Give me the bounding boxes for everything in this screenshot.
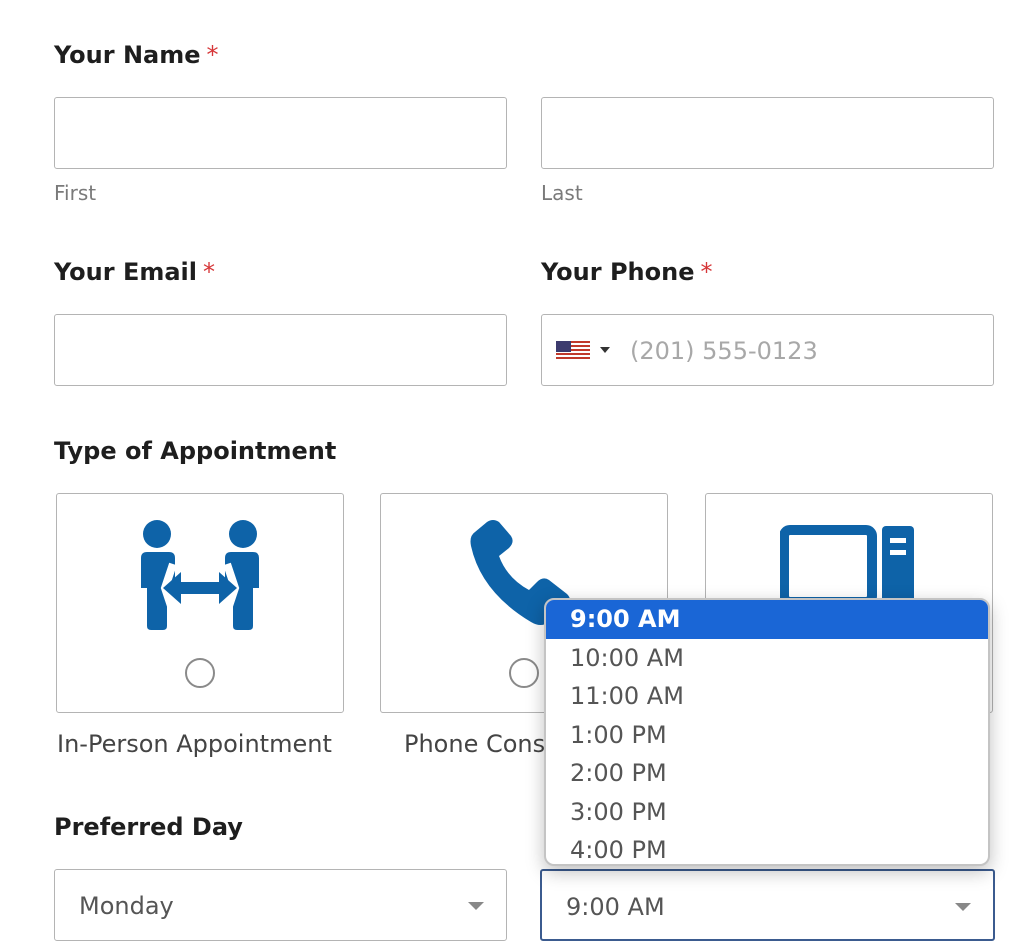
appointment-type-label: Type of Appointment: [54, 437, 337, 465]
time-option[interactable]: 1:00 PM: [546, 716, 988, 755]
email-required-mark: *: [203, 258, 215, 286]
appointment-option-in-person[interactable]: [56, 493, 344, 713]
appointment-form: Your Name * First Last Your Email * Your P…: [0, 0, 1024, 948]
caret-down-icon[interactable]: [600, 347, 610, 353]
preferred-time-value: 9:00 AM: [566, 893, 665, 921]
phone-caption: Phone Cons: [404, 730, 546, 758]
name-required-mark: *: [206, 41, 219, 69]
phone-label-text: Your Phone: [541, 258, 695, 286]
phone-input[interactable]: (201) 555-0123: [541, 314, 994, 386]
chevron-down-icon: [955, 903, 971, 911]
time-option[interactable]: 4:00 PM: [546, 831, 988, 864]
people-exchange-icon: [141, 520, 259, 630]
preferred-time-select[interactable]: 9:00 AM: [540, 869, 995, 941]
phone-radio[interactable]: [509, 658, 539, 688]
preferred-day-value: Monday: [79, 892, 174, 920]
country-selector[interactable]: [556, 341, 590, 361]
time-option[interactable]: 3:00 PM: [546, 793, 988, 832]
in-person-caption: In-Person Appointment: [57, 730, 332, 758]
name-label-text: Your Name: [54, 41, 201, 69]
preferred-day-label: Preferred Day: [54, 813, 243, 841]
phone-placeholder: (201) 555-0123: [630, 337, 818, 365]
time-option[interactable]: 2:00 PM: [546, 754, 988, 793]
email-label: Your Email *: [54, 258, 215, 286]
chevron-down-icon: [468, 902, 484, 910]
time-option[interactable]: 9:00 AM: [546, 600, 988, 639]
email-label-text: Your Email: [54, 258, 197, 286]
first-name-input[interactable]: [54, 97, 507, 169]
name-label: Your Name *: [54, 41, 219, 69]
preferred-day-select[interactable]: Monday: [54, 869, 507, 941]
first-name-sublabel: First: [54, 181, 97, 205]
time-option[interactable]: 11:00 AM: [546, 677, 988, 716]
in-person-radio[interactable]: [185, 658, 215, 688]
phone-required-mark: *: [700, 258, 713, 286]
email-input[interactable]: [54, 314, 507, 386]
us-flag-icon: [556, 341, 590, 361]
time-dropdown[interactable]: 9:00 AM 10:00 AM 11:00 AM 1:00 PM 2:00 P…: [544, 598, 990, 866]
time-option[interactable]: 10:00 AM: [546, 639, 988, 678]
last-name-sublabel: Last: [541, 181, 583, 205]
last-name-input[interactable]: [541, 97, 994, 169]
phone-label: Your Phone *: [541, 258, 712, 286]
